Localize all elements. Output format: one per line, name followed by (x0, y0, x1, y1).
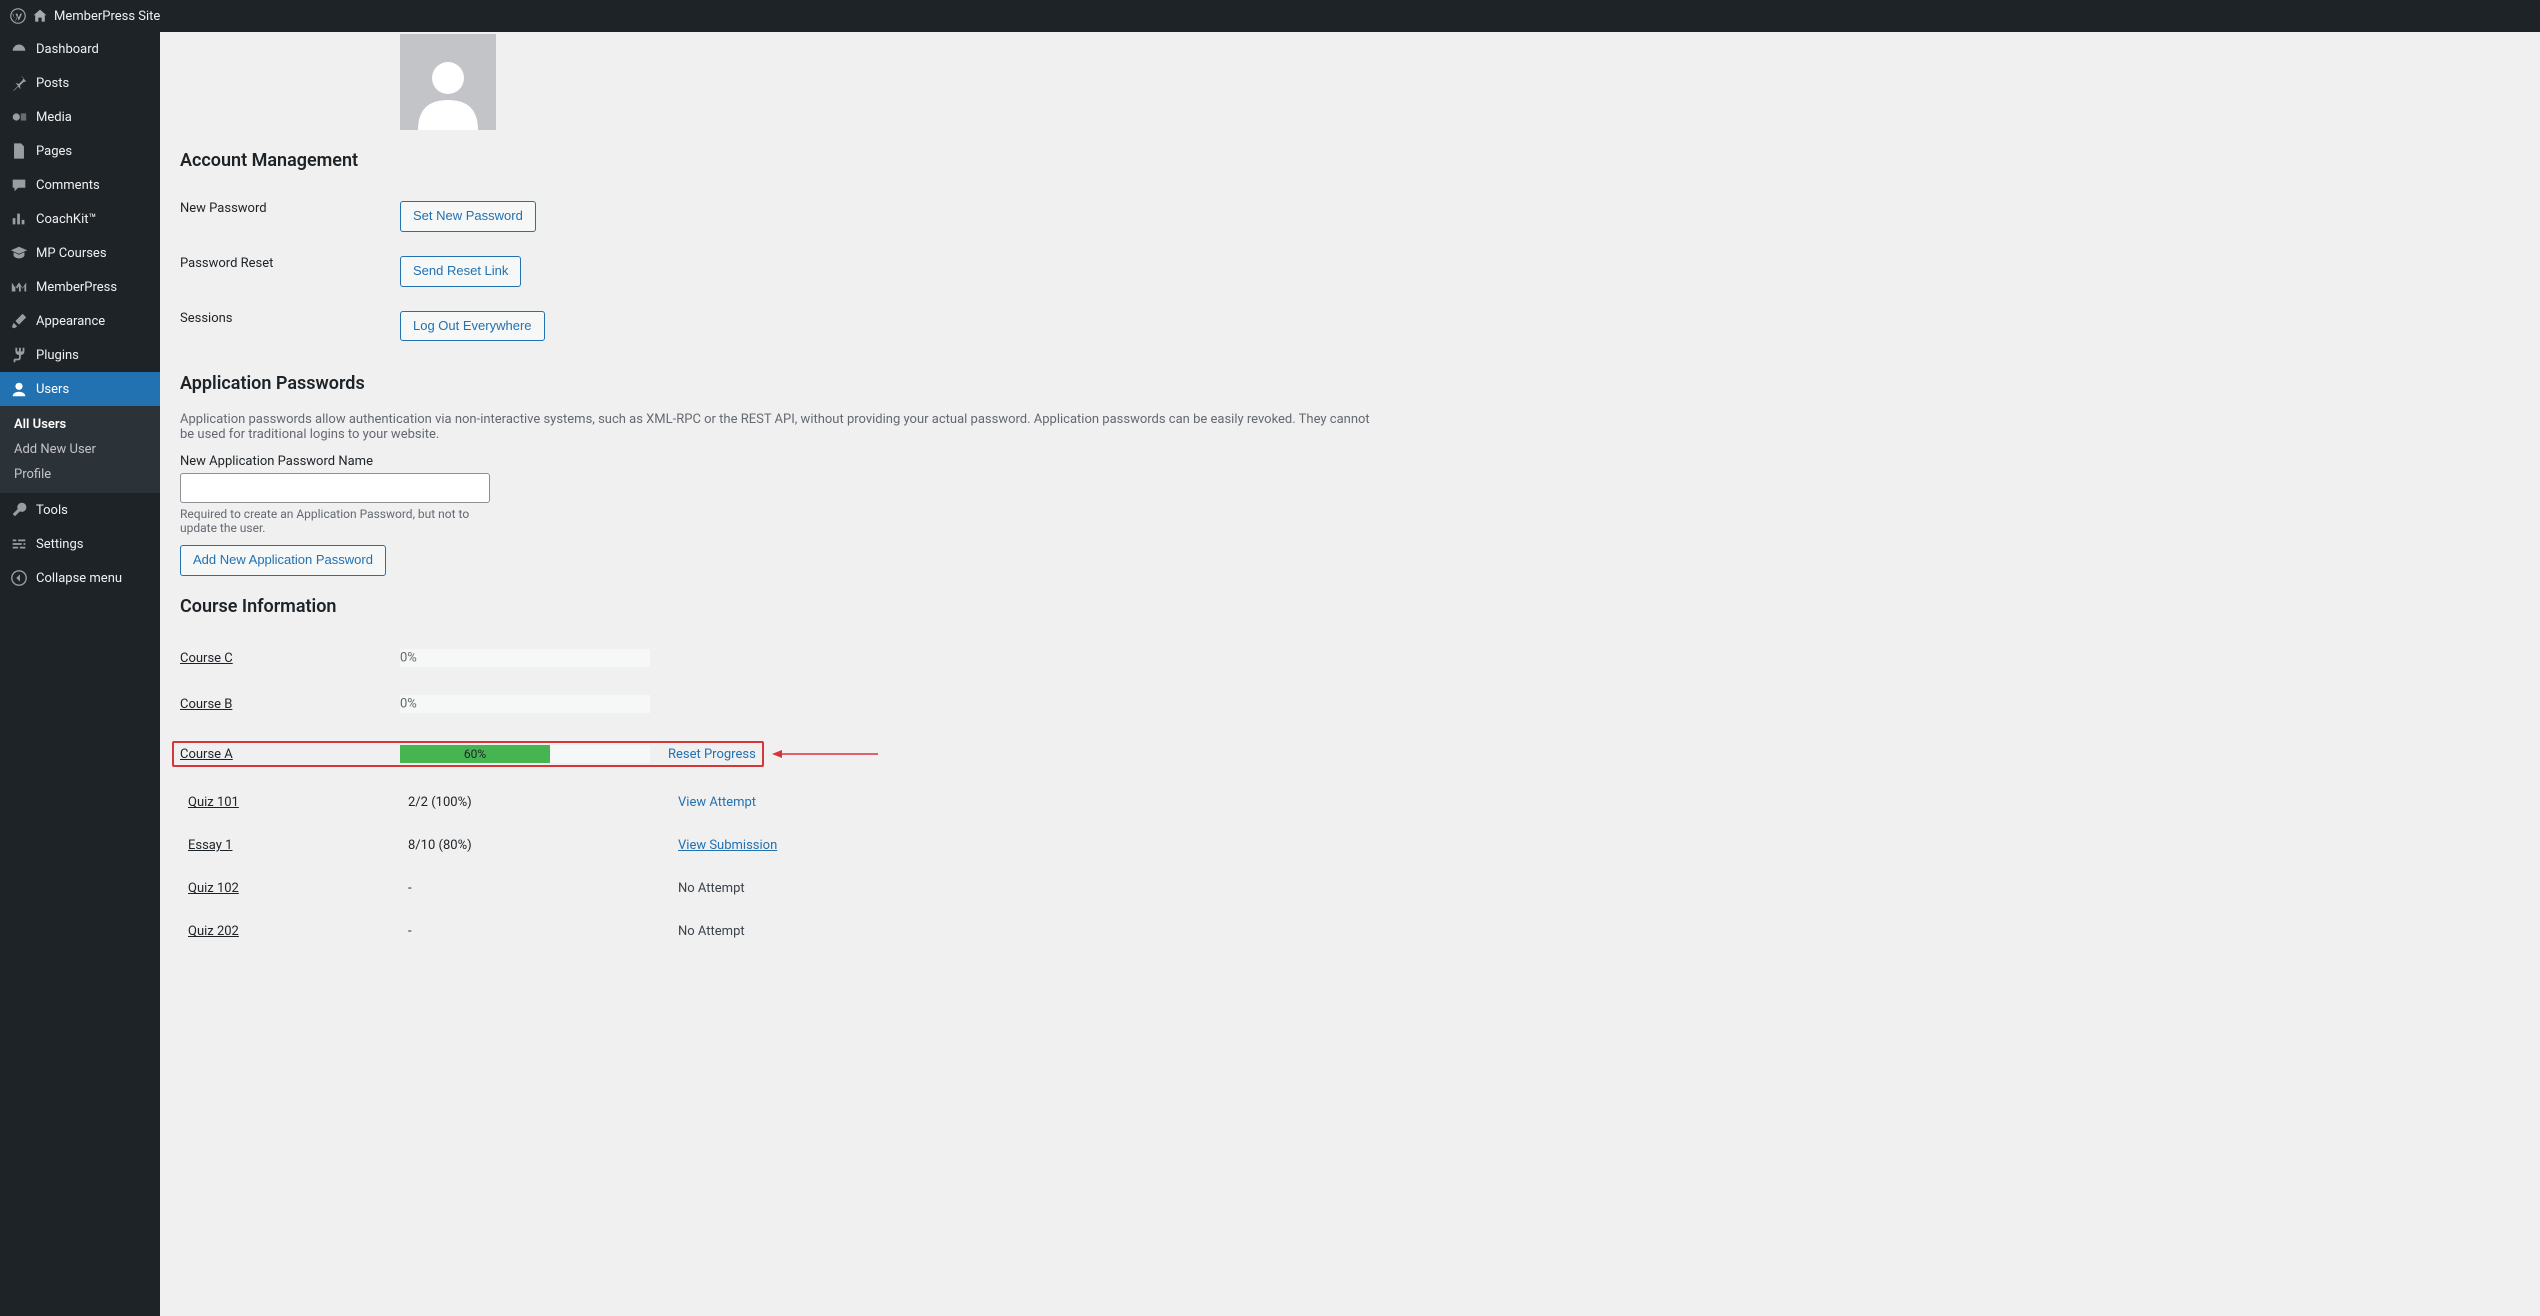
heading-app-passwords: Application Passwords (180, 373, 2520, 394)
logout-everywhere-button[interactable]: Log Out Everywhere (400, 311, 545, 342)
app-password-description: Application passwords allow authenticati… (180, 412, 1380, 442)
assessment-row: Quiz 202 -No Attempt (180, 910, 2520, 953)
sidebar-item-label: Dashboard (36, 42, 99, 57)
profile-avatar (400, 34, 496, 130)
sliders-icon (10, 535, 28, 553)
pin-icon (10, 74, 28, 92)
sidebar-item-label: Posts (36, 76, 69, 91)
assessment-score: - (408, 924, 678, 939)
course-row: Course A 60% Reset Progress (180, 727, 2520, 781)
plug-icon (10, 346, 28, 364)
sidebar-item-label: Collapse menu (36, 571, 122, 586)
mp-icon (10, 278, 28, 296)
sidebar-item-label: CoachKit™ (36, 212, 97, 227)
app-password-hint: Required to create an Application Passwo… (180, 507, 480, 535)
set-password-button[interactable]: Set New Password (400, 201, 536, 232)
highlight-annotation: Course A 60% Reset Progress (172, 741, 764, 767)
admin-topbar: MemberPress Site (0, 0, 2540, 32)
brush-icon (10, 312, 28, 330)
collapse-icon (10, 569, 28, 587)
assessment-row: Quiz 102 -No Attempt (180, 867, 2520, 910)
sidebar-subitem-add-new-user[interactable]: Add New User (0, 437, 160, 462)
sidebar-item-comments[interactable]: Comments (0, 168, 160, 202)
cap-icon (10, 244, 28, 262)
heading-account-management: Account Management (180, 150, 2520, 171)
sidebar-item-media[interactable]: Media (0, 100, 160, 134)
assessment-link[interactable]: Essay 1 (188, 838, 232, 853)
assessment-link[interactable]: Quiz 101 (188, 795, 239, 810)
chart-icon (10, 210, 28, 228)
dashboard-icon (10, 40, 28, 58)
sidebar-item-label: Settings (36, 537, 83, 552)
sidebar-item-mp-courses[interactable]: MP Courses (0, 236, 160, 270)
sidebar-item-dashboard[interactable]: Dashboard (0, 32, 160, 66)
sidebar-item-label: Comments (36, 178, 100, 193)
site-name-link[interactable]: MemberPress Site (54, 9, 160, 24)
reset-progress-link[interactable]: Reset Progress (668, 747, 756, 762)
sidebar-item-collapse-menu[interactable]: Collapse menu (0, 561, 160, 595)
sidebar-item-settings[interactable]: Settings (0, 527, 160, 561)
assessment-score: - (408, 881, 678, 896)
add-app-password-button[interactable]: Add New Application Password (180, 545, 386, 576)
sidebar-item-tools[interactable]: Tools (0, 493, 160, 527)
assessment-no-attempt: No Attempt (678, 924, 745, 939)
assessment-no-attempt: No Attempt (678, 881, 745, 896)
sidebar-subitem-profile[interactable]: Profile (0, 462, 160, 487)
label-sessions: Sessions (180, 311, 400, 326)
media-icon (10, 108, 28, 126)
sidebar-item-memberpress[interactable]: MemberPress (0, 270, 160, 304)
sidebar-item-label: Appearance (36, 314, 105, 329)
home-icon[interactable] (32, 8, 48, 24)
admin-sidebar: Dashboard Posts Media Pages Comments CoachKit… (0, 32, 160, 1316)
sidebar-item-label: Tools (36, 503, 68, 518)
progress-percent: 60% (464, 747, 486, 761)
send-reset-button[interactable]: Send Reset Link (400, 256, 521, 287)
assessment-link[interactable]: Quiz 102 (188, 881, 239, 896)
assessment-link[interactable]: Quiz 202 (188, 924, 239, 939)
progress-bar: 0% (400, 695, 650, 713)
arrow-annotation-icon (770, 747, 880, 761)
sidebar-item-plugins[interactable]: Plugins (0, 338, 160, 372)
label-new-password: New Password (180, 201, 400, 216)
sidebar-item-label: Users (36, 382, 69, 397)
app-password-name-input[interactable] (180, 473, 490, 503)
sidebar-item-appearance[interactable]: Appearance (0, 304, 160, 338)
sidebar-item-pages[interactable]: Pages (0, 134, 160, 168)
progress-bar: 0% (400, 649, 650, 667)
page-icon (10, 142, 28, 160)
assessment-action-link[interactable]: View Attempt (678, 795, 756, 810)
sidebar-item-label: MemberPress (36, 280, 117, 295)
sidebar-item-users[interactable]: Users (0, 372, 160, 406)
sidebar-item-label: Pages (36, 144, 72, 159)
assessment-action-link[interactable]: View Submission (678, 838, 777, 853)
heading-course-info: Course Information (180, 596, 2520, 617)
sidebar-item-label: MP Courses (36, 246, 107, 261)
course-link[interactable]: Course A (180, 747, 233, 762)
user-icon (10, 380, 28, 398)
assessment-row: Quiz 101 2/2 (100%)View Attempt (180, 781, 2520, 824)
sidebar-item-label: Media (36, 110, 72, 125)
wrench-icon (10, 501, 28, 519)
course-link[interactable]: Course C (180, 651, 233, 666)
sidebar-item-coachkit-[interactable]: CoachKit™ (0, 202, 160, 236)
course-link[interactable]: Course B (180, 697, 232, 712)
assessment-score: 2/2 (100%) (408, 795, 678, 810)
comment-icon (10, 176, 28, 194)
assessment-score: 8/10 (80%) (408, 838, 678, 853)
course-row: Course C 0% (180, 635, 2520, 681)
progress-percent: 0% (400, 651, 417, 666)
label-password-reset: Password Reset (180, 256, 400, 271)
sidebar-item-posts[interactable]: Posts (0, 66, 160, 100)
progress-percent: 0% (400, 697, 417, 712)
assessment-row: Essay 1 8/10 (80%)View Submission (180, 824, 2520, 867)
course-row: Course B 0% (180, 681, 2520, 727)
progress-bar: 60% (400, 745, 650, 763)
wordpress-icon[interactable] (10, 8, 26, 24)
sidebar-subitem-all-users[interactable]: All Users (0, 412, 160, 437)
label-app-password-name: New Application Password Name (180, 454, 2520, 469)
sidebar-item-label: Plugins (36, 348, 79, 363)
main-content: Account Management New Password Set New … (160, 32, 2540, 1316)
